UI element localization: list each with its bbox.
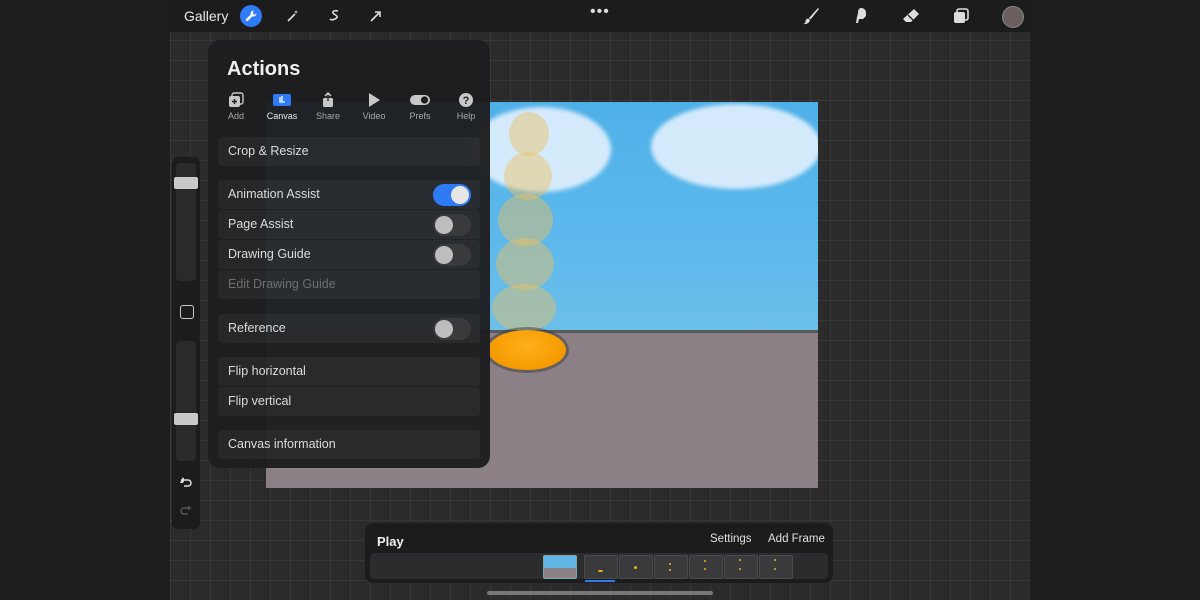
item-label: Drawing Guide xyxy=(228,247,311,261)
home-indicator xyxy=(487,591,713,595)
transform-arrow-icon[interactable] xyxy=(365,5,387,27)
tab-label: Video xyxy=(362,111,386,121)
color-picker-button[interactable] xyxy=(1002,6,1024,28)
tab-label: Canvas xyxy=(266,111,298,121)
onion-skin-frame xyxy=(509,112,549,156)
modifier-button[interactable] xyxy=(180,305,194,319)
procreate-app: Gallery ••• Actions Add Canvas Share Vid… xyxy=(170,0,1030,600)
tab-add[interactable]: Add xyxy=(218,92,254,121)
page-assist-item: Page Assist xyxy=(218,210,480,239)
add-icon xyxy=(229,92,244,107)
animation-assist-bar: Play Settings Add Frame xyxy=(365,523,833,583)
bouncing-ball xyxy=(488,330,566,370)
undo-icon[interactable] xyxy=(179,475,193,489)
redo-icon[interactable] xyxy=(179,503,193,517)
svg-text:?: ? xyxy=(463,95,470,107)
canvas-icon xyxy=(273,94,291,106)
more-options-icon[interactable]: ••• xyxy=(590,3,610,21)
cloud xyxy=(651,104,818,189)
brush-size-sidebar xyxy=(172,157,200,529)
onion-skin-frame xyxy=(496,238,554,290)
smudge-icon[interactable] xyxy=(850,5,872,27)
opacity-thumb[interactable] xyxy=(174,413,198,425)
flip-horizontal-item[interactable]: Flip horizontal xyxy=(218,357,480,386)
tab-label: Help xyxy=(456,111,476,121)
tab-label: Add xyxy=(227,111,244,121)
tab-canvas[interactable]: Canvas xyxy=(264,92,300,121)
item-label: Reference xyxy=(228,321,286,335)
actions-panel: Actions Add Canvas Share Video Prefs ? H… xyxy=(208,40,490,468)
item-label: Animation Assist xyxy=(228,187,320,201)
current-frame-indicator xyxy=(585,580,615,582)
wrench-icon[interactable] xyxy=(240,5,262,27)
tab-prefs[interactable]: Prefs xyxy=(402,92,438,121)
animation-assist-toggle[interactable] xyxy=(433,184,471,206)
tab-video[interactable]: Video xyxy=(356,92,392,121)
animation-assist-item: Animation Assist xyxy=(218,180,480,209)
share-icon xyxy=(323,92,333,107)
tab-help[interactable]: ? Help xyxy=(448,92,484,121)
frame-thumbnail[interactable] xyxy=(584,555,618,579)
opacity-slider[interactable] xyxy=(174,341,198,461)
reference-toggle[interactable] xyxy=(433,318,471,340)
tab-label: Share xyxy=(315,111,341,121)
item-label: Edit Drawing Guide xyxy=(228,277,336,291)
brush-size-slider[interactable] xyxy=(174,163,198,281)
add-frame-button[interactable]: Add Frame xyxy=(768,533,825,545)
layers-icon[interactable] xyxy=(950,5,972,27)
top-toolbar: Gallery ••• xyxy=(170,0,1030,32)
canvas-information-item[interactable]: Canvas information xyxy=(218,430,480,459)
toggle-prefs-icon xyxy=(410,95,430,105)
tab-share[interactable]: Share xyxy=(310,92,346,121)
eraser-icon[interactable] xyxy=(900,5,922,27)
flip-vertical-item[interactable]: Flip vertical xyxy=(218,387,480,416)
item-label: Canvas information xyxy=(228,437,336,451)
drawing-guide-toggle[interactable] xyxy=(433,244,471,266)
frame-timeline xyxy=(370,553,828,579)
brush-icon[interactable] xyxy=(800,5,822,27)
frame-thumbnail[interactable] xyxy=(654,555,688,579)
actions-tabs: Add Canvas Share Video Prefs ? Help xyxy=(218,92,480,124)
panel-title: Actions xyxy=(227,58,301,80)
settings-button[interactable]: Settings xyxy=(710,533,752,545)
video-play-icon xyxy=(369,93,380,107)
frame-thumbnail[interactable] xyxy=(759,555,793,579)
frame-thumbnail[interactable] xyxy=(724,555,758,579)
page-assist-toggle[interactable] xyxy=(433,214,471,236)
item-label: Flip vertical xyxy=(228,394,292,408)
frame-thumbnail[interactable] xyxy=(619,555,653,579)
brush-size-thumb[interactable] xyxy=(174,177,198,189)
item-label: Crop & Resize xyxy=(228,144,309,158)
onion-skin-frame xyxy=(504,152,552,200)
item-label: Flip horizontal xyxy=(228,364,306,378)
tab-label: Prefs xyxy=(409,111,431,121)
frame-thumbnail[interactable] xyxy=(543,555,577,579)
frame-thumbnail[interactable] xyxy=(689,555,723,579)
crop-resize-item[interactable]: Crop & Resize xyxy=(218,137,480,166)
selection-icon[interactable] xyxy=(324,5,346,27)
play-button[interactable]: Play xyxy=(377,534,404,549)
help-icon: ? xyxy=(459,93,473,107)
magic-wand-icon[interactable] xyxy=(282,5,304,27)
reference-item: Reference xyxy=(218,314,480,343)
edit-drawing-guide-item: Edit Drawing Guide xyxy=(218,270,480,299)
gallery-button[interactable]: Gallery xyxy=(184,8,228,24)
onion-skin-frame xyxy=(492,284,556,332)
item-label: Page Assist xyxy=(228,217,294,231)
drawing-guide-item: Drawing Guide xyxy=(218,240,480,269)
